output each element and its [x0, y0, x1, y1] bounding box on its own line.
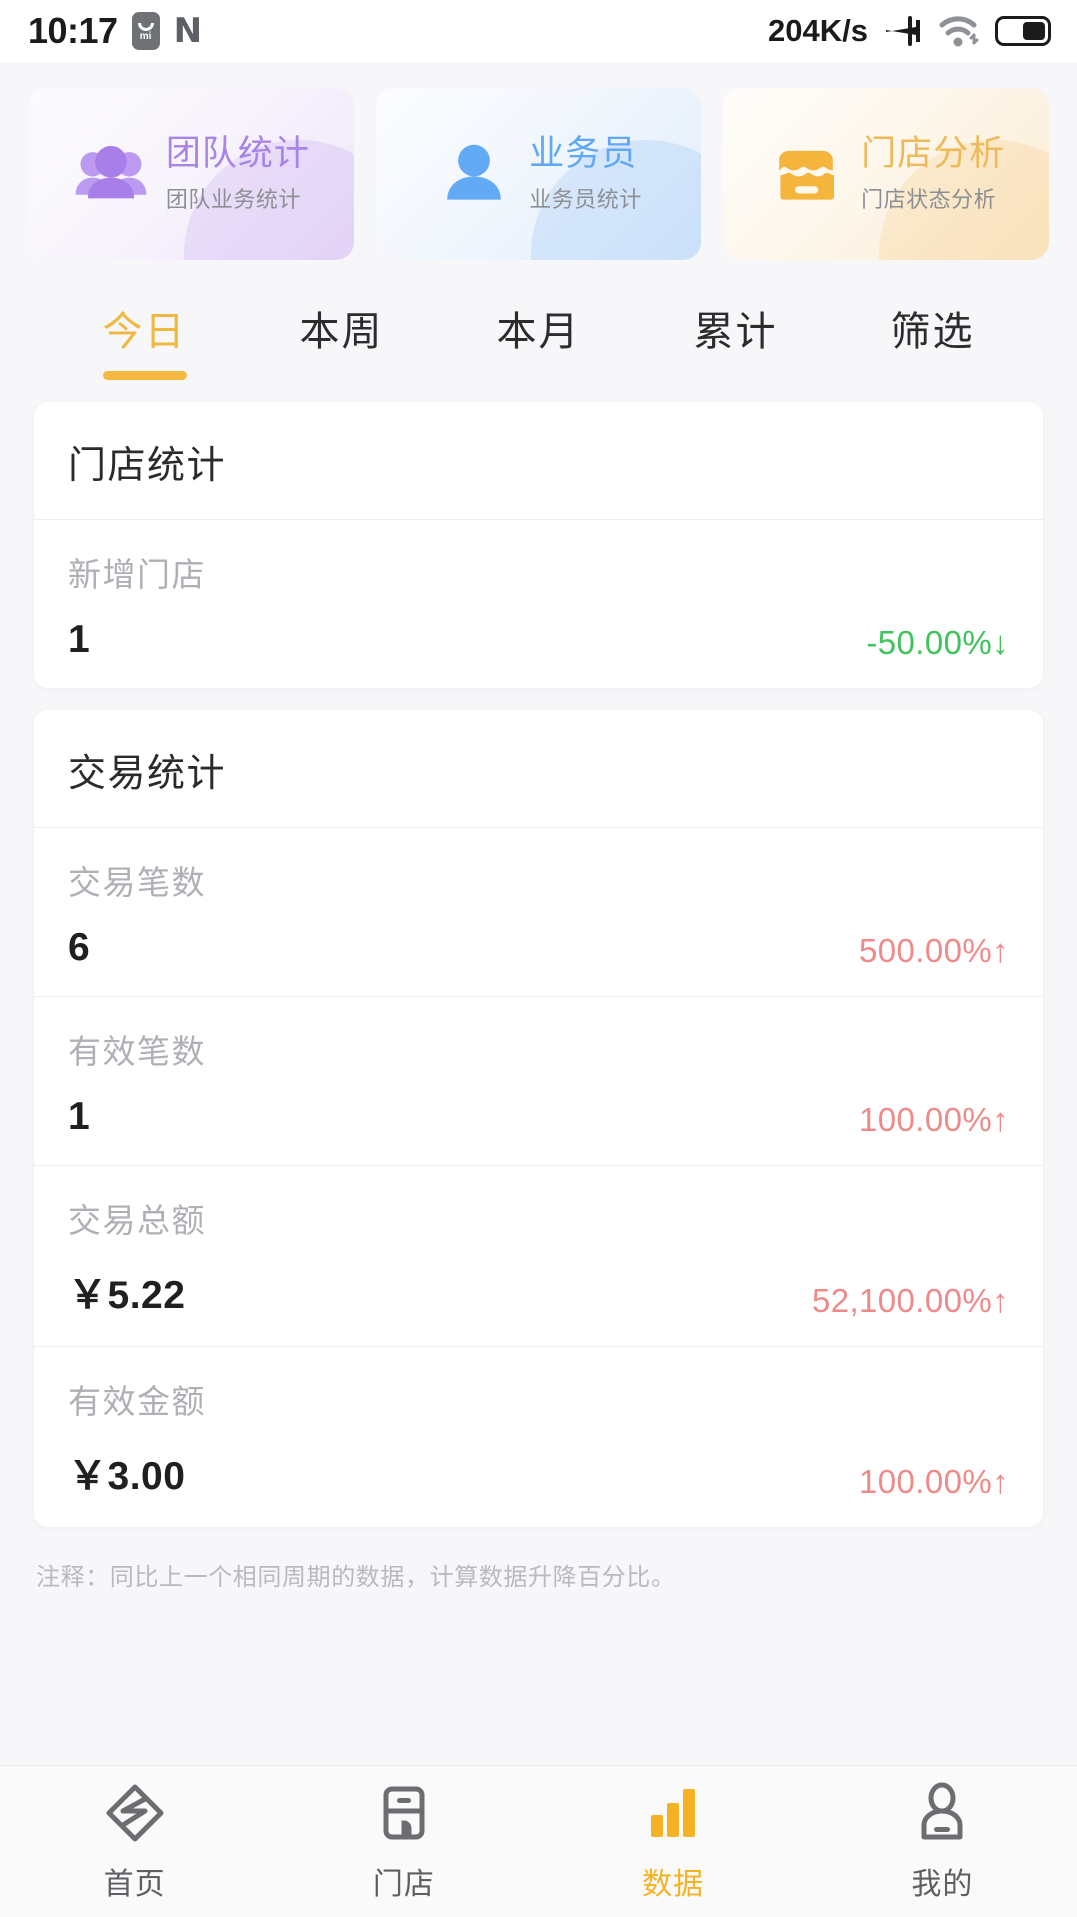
- tab-month-label: 本月: [496, 310, 581, 354]
- nav-item-profile-label: 我的: [911, 1867, 974, 1901]
- person-icon: [447, 144, 502, 200]
- tab-week[interactable]: 本周: [243, 299, 440, 380]
- entry-card-salesperson-subtitle: 业务员统计: [529, 186, 642, 212]
- entry-card-team-subtitle: 团队业务统计: [165, 186, 301, 212]
- entry-card-team-title: 团队统计: [165, 134, 310, 174]
- entry-card-team-text: 团队统计 团队业务统计: [166, 134, 310, 213]
- entry-card-row: 团队统计 团队业务统计 业务员 业务员统计 门店分析 门店状态分析: [0, 62, 1077, 260]
- mi-badge-icon: mi: [131, 12, 160, 50]
- entry-card-salesperson[interactable]: 业务员 业务员统计: [375, 88, 702, 260]
- nav-item-store-label: 门店: [372, 1867, 435, 1901]
- row-delta-valid-count: 100.00%↑: [859, 1101, 1009, 1138]
- row-label-valid-amount: 有效金额: [68, 1383, 206, 1420]
- mi-badge-label: mi: [139, 30, 152, 42]
- tab-week-label: 本周: [299, 310, 384, 354]
- tab-active-underline: [102, 371, 187, 380]
- airplane-mode-icon: [886, 16, 920, 46]
- nav-item-profile[interactable]: 我的: [808, 1781, 1077, 1903]
- trade-statistics-card: 交易统计 交易笔数 6 500.00%↑ 有效笔数 1 100.00%↑ 交易总…: [34, 710, 1043, 1527]
- tab-today[interactable]: 今日: [46, 299, 243, 380]
- row-delta-valid-amount: 100.00%↑: [859, 1463, 1009, 1500]
- row-label-trade-count: 交易笔数: [68, 864, 206, 901]
- store-outline-icon: [383, 1786, 425, 1839]
- status-bar-right: 204K/s: [768, 13, 1051, 49]
- nav-item-store[interactable]: 门店: [269, 1781, 538, 1903]
- row-value-valid-amount: ￥3.00: [68, 1455, 186, 1498]
- trade-statistics-title: 交易统计: [34, 710, 1043, 828]
- battery-icon: [995, 16, 1051, 46]
- bar-chart-icon: [651, 1788, 696, 1837]
- nav-item-home[interactable]: 首页: [0, 1781, 269, 1903]
- entry-card-store-subtitle: 门店状态分析: [861, 186, 997, 212]
- team-group-icon: [75, 145, 147, 199]
- row-body: 6 500.00%↑: [68, 926, 1009, 970]
- row-delta-new-stores: -50.00%↓: [866, 624, 1009, 661]
- table-row: 有效金额 ￥3.00 100.00%↑: [34, 1347, 1043, 1527]
- row-label-new-stores: 新增门店: [68, 556, 206, 593]
- row-body: ￥5.22 52,100.00%↑: [68, 1264, 1009, 1320]
- wifi-icon: [939, 16, 979, 47]
- status-time: 10:17: [28, 10, 118, 51]
- row-value-trade-count: 6: [68, 926, 91, 969]
- main-content: 团队统计 团队业务统计 业务员 业务员统计 门店分析 门店状态分析 今日 本周 …: [0, 62, 1077, 1765]
- netease-n-icon: N: [173, 11, 203, 51]
- tab-cumulative[interactable]: 累计: [637, 299, 834, 380]
- network-speed-text: 204K/s: [768, 13, 868, 48]
- table-row: 新增门店 1 -50.00%↓: [34, 520, 1043, 688]
- row-body: 1 -50.00%↓: [68, 618, 1009, 662]
- tab-filter-label: 筛选: [890, 310, 975, 354]
- entry-card-store-title: 门店分析: [861, 134, 1006, 174]
- row-label-total-amount: 交易总额: [68, 1202, 206, 1239]
- status-bar: 10:17 mi N 204K/s: [0, 0, 1077, 62]
- footnote-text: 注释：同比上一个相同周期的数据，计算数据升降百分比。: [36, 1564, 676, 1591]
- entry-card-store-text: 门店分析 门店状态分析: [861, 134, 1005, 213]
- store-statistics-card: 门店统计 新增门店 1 -50.00%↓: [34, 402, 1043, 688]
- row-value-valid-count: 1: [68, 1095, 91, 1138]
- bottom-nav-bar: 首页 门店 数据 我的: [0, 1765, 1077, 1917]
- nav-item-data[interactable]: 数据: [539, 1781, 808, 1903]
- tab-cumulative-label: 累计: [693, 310, 778, 354]
- row-body: 1 100.00%↑: [68, 1095, 1009, 1139]
- nav-item-home-label: 首页: [103, 1867, 166, 1901]
- entry-card-salesperson-text: 业务员 业务员统计: [529, 134, 642, 213]
- period-tab-bar: 今日 本周 本月 累计 筛选: [0, 260, 1077, 380]
- store-icon: [779, 150, 835, 200]
- row-delta-trade-count: 500.00%↑: [859, 932, 1009, 969]
- store-statistics-title: 门店统计: [34, 402, 1043, 520]
- entry-card-team[interactable]: 团队统计 团队业务统计: [28, 88, 354, 260]
- tab-filter[interactable]: 筛选: [834, 299, 1031, 380]
- table-row: 交易总额 ￥5.22 52,100.00%↑: [34, 1166, 1043, 1347]
- tab-month[interactable]: 本月: [440, 299, 637, 380]
- nav-item-data-label: 数据: [642, 1867, 705, 1901]
- row-label-valid-count: 有效笔数: [68, 1033, 206, 1070]
- row-body: ￥3.00 100.00%↑: [68, 1445, 1009, 1501]
- tab-today-label: 今日: [102, 310, 187, 354]
- table-row: 交易笔数 6 500.00%↑: [34, 828, 1043, 997]
- row-delta-total-amount: 52,100.00%↑: [811, 1282, 1009, 1319]
- entry-card-store[interactable]: 门店分析 门店状态分析: [723, 88, 1050, 260]
- home-diamond-icon: [106, 1784, 164, 1841]
- entry-card-salesperson-title: 业务员: [529, 134, 638, 174]
- status-bar-left: 10:17 mi N: [28, 10, 202, 52]
- row-value-total-amount: ￥5.22: [68, 1274, 186, 1317]
- profile-icon: [921, 1782, 963, 1839]
- row-value-new-stores: 1: [68, 618, 91, 661]
- table-row: 有效笔数 1 100.00%↑: [34, 997, 1043, 1166]
